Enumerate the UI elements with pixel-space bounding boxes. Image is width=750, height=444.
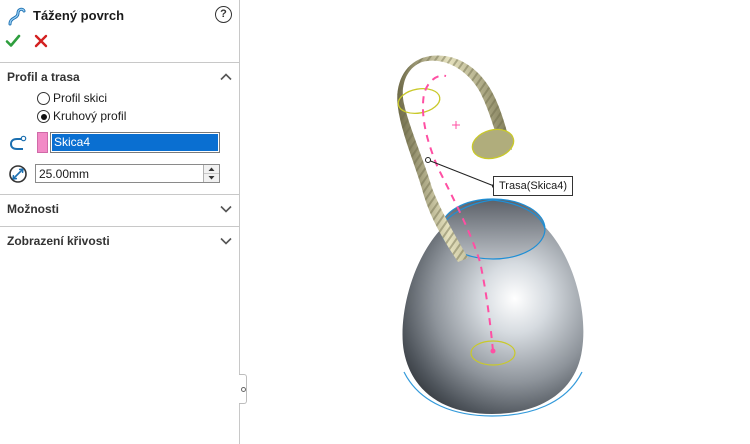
- chevron-up-icon[interactable]: [219, 70, 233, 84]
- panel-title-row: Tážený povrch ?: [6, 5, 234, 27]
- egg-body: [402, 198, 584, 417]
- section-header-options[interactable]: Možnosti: [7, 200, 233, 218]
- section-header-curvature-display[interactable]: Zobrazení křivosti: [7, 232, 233, 250]
- diameter-icon: [9, 165, 27, 183]
- section-title: Možnosti: [7, 202, 59, 216]
- path-callout-label[interactable]: Trasa(Skica4): [493, 176, 574, 196]
- chevron-down-icon[interactable]: [219, 234, 233, 248]
- radio-label: Profil skici: [53, 91, 108, 105]
- selected-path[interactable]: Skica4: [52, 134, 218, 151]
- chevron-down-icon[interactable]: [219, 202, 233, 216]
- path-selection-box[interactable]: Skica4: [50, 132, 220, 153]
- page-title: Tážený povrch: [33, 8, 125, 23]
- diameter-input[interactable]: 25.00mm: [35, 164, 220, 183]
- ok-button[interactable]: [5, 33, 21, 49]
- section-title: Profil a trasa: [7, 70, 80, 84]
- radio-label: Kruhový profil: [53, 109, 127, 123]
- spin-down-icon[interactable]: [204, 174, 219, 182]
- swept-surface-icon: [8, 7, 26, 26]
- path-color-swatch: [37, 132, 48, 153]
- section-header-profile-path[interactable]: Profil a trasa: [7, 68, 233, 86]
- spin-buttons[interactable]: [203, 165, 219, 182]
- divider: [0, 62, 240, 63]
- help-icon[interactable]: ?: [215, 6, 232, 23]
- path-icon: [9, 135, 27, 150]
- radio-button[interactable]: [37, 110, 50, 123]
- divider: [0, 226, 240, 227]
- section-title: Zobrazení křivosti: [7, 234, 110, 248]
- radio-button[interactable]: [37, 92, 50, 105]
- graphics-viewport[interactable]: [241, 0, 750, 444]
- spin-up-icon[interactable]: [204, 165, 219, 174]
- cancel-button[interactable]: [33, 33, 49, 49]
- diameter-value[interactable]: 25.00mm: [39, 167, 89, 181]
- divider: [0, 194, 240, 195]
- property-manager-panel: Tážený povrch ? Profil a trasa Profil sk…: [0, 0, 240, 444]
